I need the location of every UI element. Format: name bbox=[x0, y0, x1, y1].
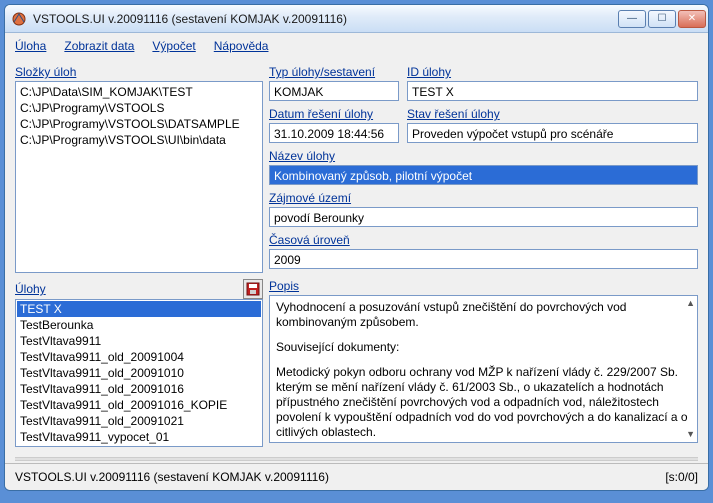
name-field[interactable]: Kombinovaný způsob, pilotní výpočet bbox=[269, 165, 698, 185]
name-label: Název úlohy bbox=[269, 149, 698, 163]
desc-paragraph: Metodický pokyn odboru ochrany vod MŽP k… bbox=[276, 365, 691, 440]
list-item[interactable]: TestVltava9911_vypocet_01 bbox=[17, 429, 261, 445]
maximize-button[interactable]: ☐ bbox=[648, 10, 676, 28]
desc-label: Popis bbox=[269, 279, 698, 293]
taskid-field[interactable]: TEST X bbox=[407, 81, 698, 101]
tasks-label: Úlohy bbox=[15, 282, 46, 296]
list-item[interactable]: C:\JP\Programy\VSTOOLS\DATSAMPLE bbox=[18, 116, 260, 132]
left-column: Složky úloh C:\JP\Data\SIM_KOMJAK\TEST C… bbox=[15, 63, 263, 447]
desc-paragraph: Vyhodnocení a posuzování vstupů znečiště… bbox=[276, 300, 691, 330]
separator bbox=[15, 457, 698, 461]
status-text: VSTOOLS.UI v.20091116 (sestavení KOMJAK … bbox=[15, 470, 665, 484]
tasktype-field[interactable]: KOMJAK bbox=[269, 81, 399, 101]
minimize-button[interactable]: — bbox=[618, 10, 646, 28]
list-item[interactable]: TestBerounka bbox=[17, 317, 261, 333]
date-label: Datum řešení úlohy bbox=[269, 107, 399, 121]
menu-task[interactable]: Úloha bbox=[15, 39, 46, 53]
desc-textarea[interactable]: ▲ ▼ Vyhodnocení a posuzování vstupů zneč… bbox=[269, 295, 698, 443]
list-item[interactable]: TEST X bbox=[17, 301, 261, 317]
list-item[interactable]: C:\JP\Programy\VSTOOLS bbox=[18, 100, 260, 116]
timelevel-label: Časová úroveň bbox=[269, 233, 698, 247]
window-buttons: — ☐ ✕ bbox=[618, 10, 706, 28]
list-item[interactable]: TestVltava9911_old_20091016_KOPIE bbox=[17, 397, 261, 413]
menu-help[interactable]: Nápověda bbox=[214, 39, 269, 53]
state-label: Stav řešení úlohy bbox=[407, 107, 698, 121]
list-item[interactable]: TestVltava9911 bbox=[17, 333, 261, 349]
area-label: Zájmové území bbox=[269, 191, 698, 205]
list-item[interactable]: TestVltava9911_old_20091010 bbox=[17, 365, 261, 381]
scroll-down-icon[interactable]: ▼ bbox=[686, 430, 695, 439]
floppy-icon bbox=[246, 282, 260, 296]
status-counter: [s:0/0] bbox=[665, 470, 698, 484]
window-title: VSTOOLS.UI v.20091116 (sestavení KOMJAK … bbox=[33, 12, 618, 26]
list-item[interactable]: TestVltava9911_old_20091004 bbox=[17, 349, 261, 365]
folders-listbox[interactable]: C:\JP\Data\SIM_KOMJAK\TEST C:\JP\Program… bbox=[15, 81, 263, 273]
tasktype-label: Typ úlohy/sestavení bbox=[269, 65, 399, 79]
close-button[interactable]: ✕ bbox=[678, 10, 706, 28]
content: Složky úloh C:\JP\Data\SIM_KOMJAK\TEST C… bbox=[5, 59, 708, 455]
folders-label: Složky úloh bbox=[15, 65, 263, 79]
menubar: Úloha Zobrazit data Výpočet Nápověda bbox=[5, 33, 708, 59]
list-item[interactable]: C:\JP\Data\SIM_KOMJAK\TEST bbox=[18, 84, 260, 100]
timelevel-field[interactable]: 2009 bbox=[269, 249, 698, 269]
desc-paragraph: Související dokumenty: bbox=[276, 340, 691, 355]
date-field[interactable]: 31.10.2009 18:44:56 bbox=[269, 123, 399, 143]
statusbar: VSTOOLS.UI v.20091116 (sestavení KOMJAK … bbox=[5, 463, 708, 490]
app-icon bbox=[11, 11, 27, 27]
app-window: VSTOOLS.UI v.20091116 (sestavení KOMJAK … bbox=[4, 4, 709, 491]
tasks-header: Úlohy bbox=[15, 279, 263, 299]
menu-showdata[interactable]: Zobrazit data bbox=[64, 39, 134, 53]
area-field[interactable]: povodí Berounky bbox=[269, 207, 698, 227]
taskid-label: ID úlohy bbox=[407, 65, 698, 79]
state-field[interactable]: Proveden výpočet vstupů pro scénáře bbox=[407, 123, 698, 143]
list-item[interactable]: TestVltava9911_old_20091016 bbox=[17, 381, 261, 397]
tasks-listbox[interactable]: TEST X TestBerounka TestVltava9911 TestV… bbox=[15, 299, 263, 447]
right-column: Typ úlohy/sestavení KOMJAK ID úlohy TEST… bbox=[269, 63, 698, 447]
save-button[interactable] bbox=[243, 279, 263, 299]
titlebar[interactable]: VSTOOLS.UI v.20091116 (sestavení KOMJAK … bbox=[5, 5, 708, 33]
scroll-up-icon[interactable]: ▲ bbox=[686, 299, 695, 308]
list-item[interactable]: C:\JP\Programy\VSTOOLS\UI\bin\data bbox=[18, 132, 260, 148]
list-item[interactable]: TestVltava9911_old_20091021 bbox=[17, 413, 261, 429]
menu-calc[interactable]: Výpočet bbox=[152, 39, 195, 53]
